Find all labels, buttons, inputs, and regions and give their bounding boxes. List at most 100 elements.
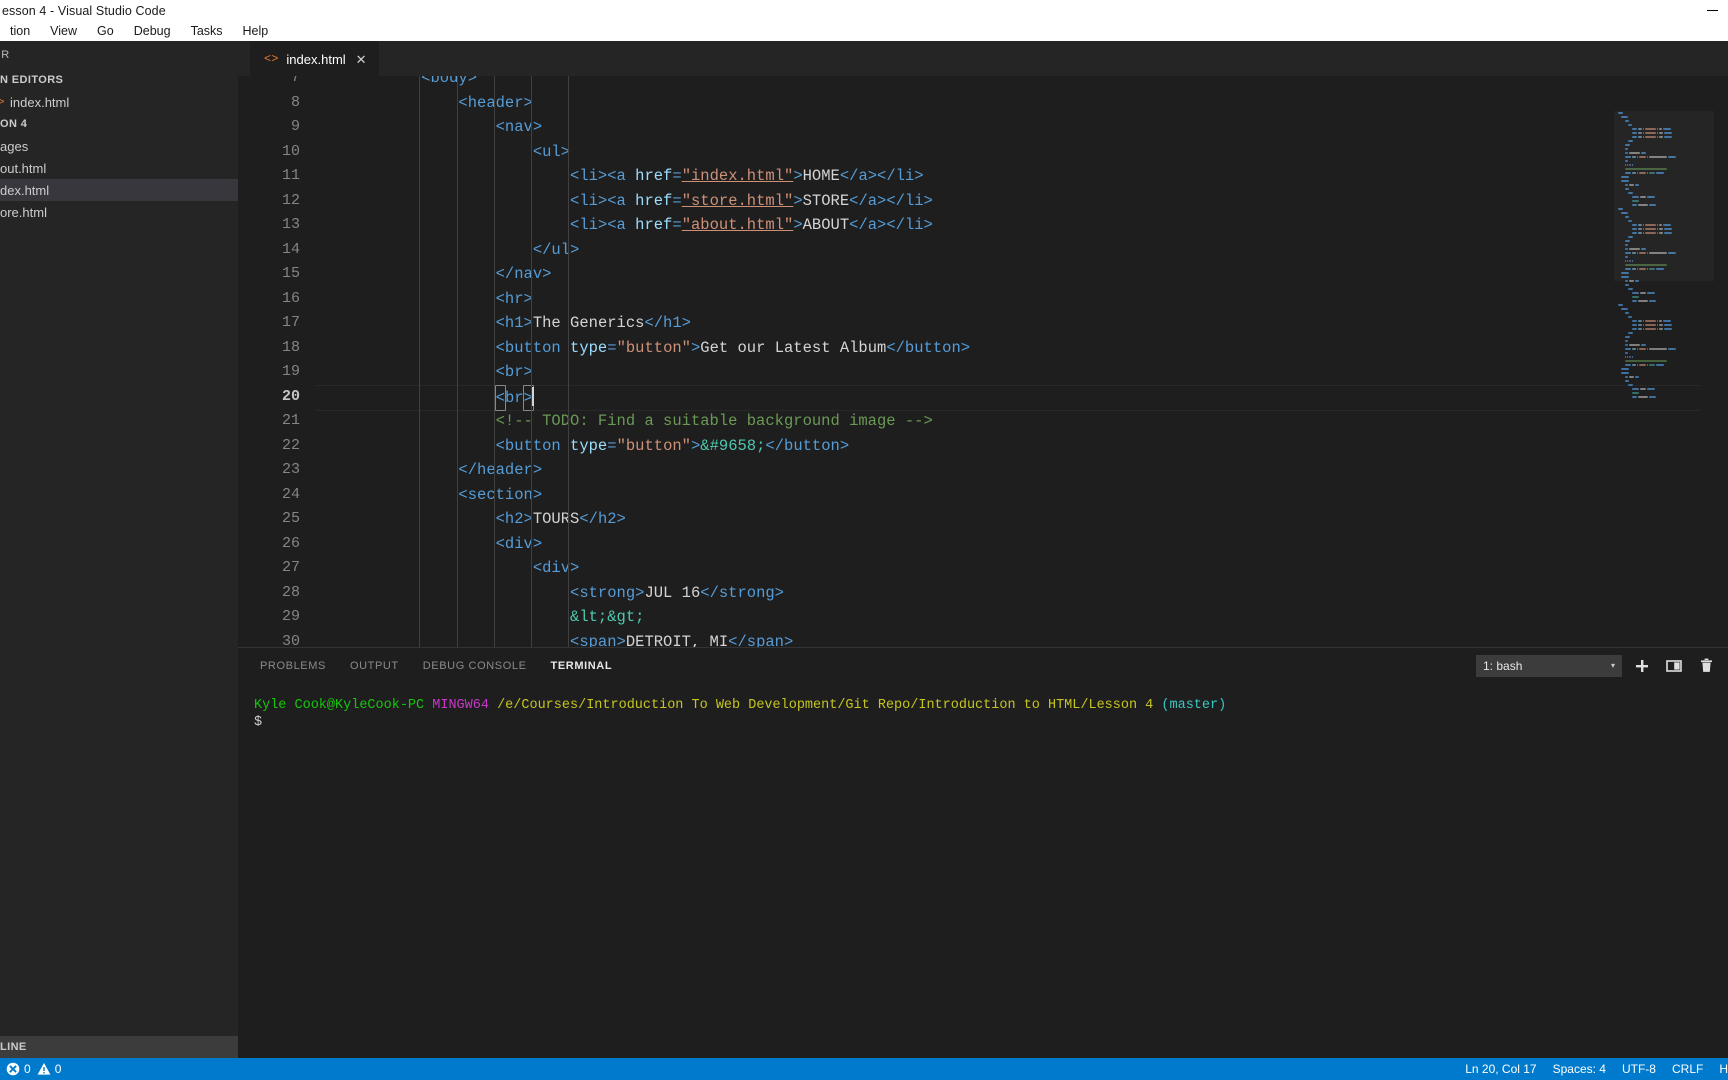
tree-item-about-html[interactable]: out.html bbox=[0, 157, 238, 179]
code-line[interactable]: 14 </ul> bbox=[238, 238, 1728, 263]
code-line[interactable]: 25 <h2>TOURS</h2> bbox=[238, 507, 1728, 532]
line-number: 19 bbox=[281, 363, 300, 380]
line-number: 22 bbox=[281, 436, 300, 454]
code-text: <strong>JUL 16</strong> bbox=[384, 583, 784, 602]
menu-item-go[interactable]: Go bbox=[87, 23, 124, 39]
code-line[interactable]: 15 </nav> bbox=[238, 262, 1728, 287]
code-text: <body> bbox=[384, 76, 478, 87]
line-number: 15 bbox=[281, 265, 300, 282]
window-controls bbox=[1696, 0, 1728, 21]
terminal-prompt: $ bbox=[254, 715, 263, 730]
menu-item-help[interactable]: Help bbox=[233, 23, 279, 39]
line-number: 10 bbox=[281, 142, 300, 160]
terminal-branch: (master) bbox=[1161, 698, 1227, 713]
minimize-button[interactable] bbox=[1696, 0, 1728, 21]
tree-item-label: out.html bbox=[0, 160, 47, 176]
code-line[interactable]: 7 <body> bbox=[238, 76, 1728, 91]
code-line[interactable]: 21 <!-- TODO: Find a suitable background… bbox=[238, 409, 1728, 434]
menu-item-tasks[interactable]: Tasks bbox=[181, 23, 233, 39]
line-number: 13 bbox=[281, 216, 300, 233]
code-line[interactable]: 24 <section> bbox=[238, 483, 1728, 508]
code-text: <li><a href="store.html">STORE</a></li> bbox=[384, 191, 933, 210]
code-line[interactable]: 19 <br> bbox=[238, 360, 1728, 385]
code-line[interactable]: 8 <header> bbox=[238, 91, 1728, 116]
terminal-path: /e/Courses/Introduction To Web Developme… bbox=[497, 698, 1154, 713]
status-eol[interactable]: CRLF bbox=[1672, 1062, 1703, 1076]
code-line[interactable]: 11 <li><a href="index.html">HOME</a></li… bbox=[238, 164, 1728, 189]
open-editor-item-index-html[interactable]: <> index.html bbox=[0, 91, 238, 113]
code-editor[interactable]: 7 <body> 8 <header> 9 <nav> 10 <ul> 11 <li><… bbox=[238, 76, 1728, 647]
code-line[interactable]: 13 <li><a href="about.html">ABOUT</a></l… bbox=[238, 213, 1728, 238]
status-errors[interactable]: 0 bbox=[6, 1062, 31, 1076]
tab-index-html[interactable]: <> index.html ✕ bbox=[250, 41, 379, 76]
code-line[interactable]: 20 <br> bbox=[238, 384, 1728, 411]
code-line[interactable]: 26 <div> bbox=[238, 532, 1728, 557]
menu-item-view[interactable]: View bbox=[40, 23, 87, 39]
section-outline-label: LINE bbox=[0, 1041, 27, 1053]
minimap-slider[interactable] bbox=[1614, 111, 1714, 281]
terminal-output[interactable]: Kyle Cook@KyleCook-PC MINGW64 /e/Courses… bbox=[238, 683, 1728, 1036]
code-line[interactable]: 17 <h1>The Generics</h1> bbox=[238, 311, 1728, 336]
editor-scrollbar[interactable] bbox=[1714, 111, 1728, 647]
line-number: 21 bbox=[281, 412, 300, 429]
code-line[interactable]: 29 &lt;&gt; bbox=[238, 605, 1728, 630]
line-number: 24 bbox=[281, 485, 300, 503]
code-text: &lt;&gt; bbox=[384, 608, 645, 626]
line-number: 12 bbox=[281, 191, 300, 209]
warning-icon bbox=[37, 1062, 51, 1076]
code-line[interactable]: 12 <li><a href="store.html">STORE</a></l… bbox=[238, 189, 1728, 214]
terminal-select[interactable]: 1: bash ▾ bbox=[1476, 654, 1622, 677]
code-text: </nav> bbox=[384, 265, 552, 283]
sidebar-title: ORER bbox=[0, 49, 10, 61]
section-open-editors[interactable]: N EDITORS bbox=[0, 69, 238, 91]
close-icon[interactable]: ✕ bbox=[354, 53, 367, 66]
code-text: <div> bbox=[384, 559, 580, 577]
split-terminal-button[interactable] bbox=[1662, 654, 1686, 678]
code-text: <li><a href="about.html">ABOUT</a></li> bbox=[384, 216, 933, 234]
line-number: 9 bbox=[290, 118, 300, 135]
bottom-panel: PROBLEMS OUTPUT DEBUG CONSOLE TERMINAL 1… bbox=[238, 647, 1728, 1036]
tab-problems[interactable]: PROBLEMS bbox=[258, 648, 328, 683]
code-text: </ul> bbox=[384, 240, 580, 259]
open-editor-item-label: index.html bbox=[10, 94, 70, 110]
code-line[interactable]: 18 <button type="button">Get our Latest … bbox=[238, 336, 1728, 361]
tree-item-store-html[interactable]: ore.html bbox=[0, 201, 238, 223]
tab-output[interactable]: OUTPUT bbox=[348, 648, 401, 683]
code-line[interactable]: 28 <strong>JUL 16</strong> bbox=[238, 581, 1728, 606]
code-text: <h2>TOURS</h2> bbox=[384, 510, 626, 528]
tree-item-label: ages bbox=[0, 138, 29, 154]
line-number: 17 bbox=[281, 314, 300, 331]
tab-debug-console[interactable]: DEBUG CONSOLE bbox=[421, 648, 529, 683]
menu-item-debug[interactable]: Debug bbox=[124, 23, 181, 39]
status-warnings[interactable]: 0 bbox=[37, 1062, 61, 1076]
code-line[interactable]: 9 <nav> bbox=[238, 115, 1728, 140]
status-indentation[interactable]: Spaces: 4 bbox=[1553, 1062, 1606, 1076]
line-number: 20 bbox=[281, 387, 300, 405]
code-line[interactable]: 10 <ul> bbox=[238, 140, 1728, 165]
line-number: 30 bbox=[281, 632, 300, 648]
tree-item-images[interactable]: ages bbox=[0, 135, 238, 157]
section-lesson-4[interactable]: ON 4 bbox=[0, 113, 238, 135]
menu-item-selection[interactable]: tion bbox=[0, 23, 40, 39]
code-line[interactable]: 27 <div> bbox=[238, 556, 1728, 581]
section-open-editors-label: N EDITORS bbox=[0, 74, 64, 86]
section-outline[interactable]: LINE bbox=[0, 1036, 238, 1058]
code-line[interactable]: 22 <button type="button">&#9658;</button… bbox=[238, 434, 1728, 459]
indent-guide bbox=[493, 76, 495, 647]
code-line[interactable]: 16 <hr> bbox=[238, 287, 1728, 312]
tab-terminal[interactable]: TERMINAL bbox=[549, 648, 615, 683]
kill-terminal-button[interactable] bbox=[1694, 654, 1718, 678]
tree-item-index-html[interactable]: dex.html bbox=[0, 179, 238, 201]
panel-actions: 1: bash ▾ bbox=[1476, 648, 1718, 683]
code-line[interactable]: 30 <span>DETROIT, MI</span> bbox=[238, 630, 1728, 648]
line-number: 29 bbox=[281, 608, 300, 625]
code-lines[interactable]: 7 <body> 8 <header> 9 <nav> 10 <ul> 11 <li><… bbox=[238, 76, 1728, 647]
status-cursor-position[interactable]: Ln 20, Col 17 bbox=[1465, 1062, 1536, 1076]
code-text: <button type="button">&#9658;</button> bbox=[384, 436, 850, 455]
status-language-mode[interactable]: H bbox=[1719, 1062, 1728, 1076]
status-encoding[interactable]: UTF-8 bbox=[1622, 1062, 1656, 1076]
line-number: 26 bbox=[281, 534, 300, 552]
panel-tabs: PROBLEMS OUTPUT DEBUG CONSOLE TERMINAL 1… bbox=[238, 648, 1728, 683]
code-line[interactable]: 23 </header> bbox=[238, 458, 1728, 483]
new-terminal-button[interactable] bbox=[1630, 654, 1654, 678]
